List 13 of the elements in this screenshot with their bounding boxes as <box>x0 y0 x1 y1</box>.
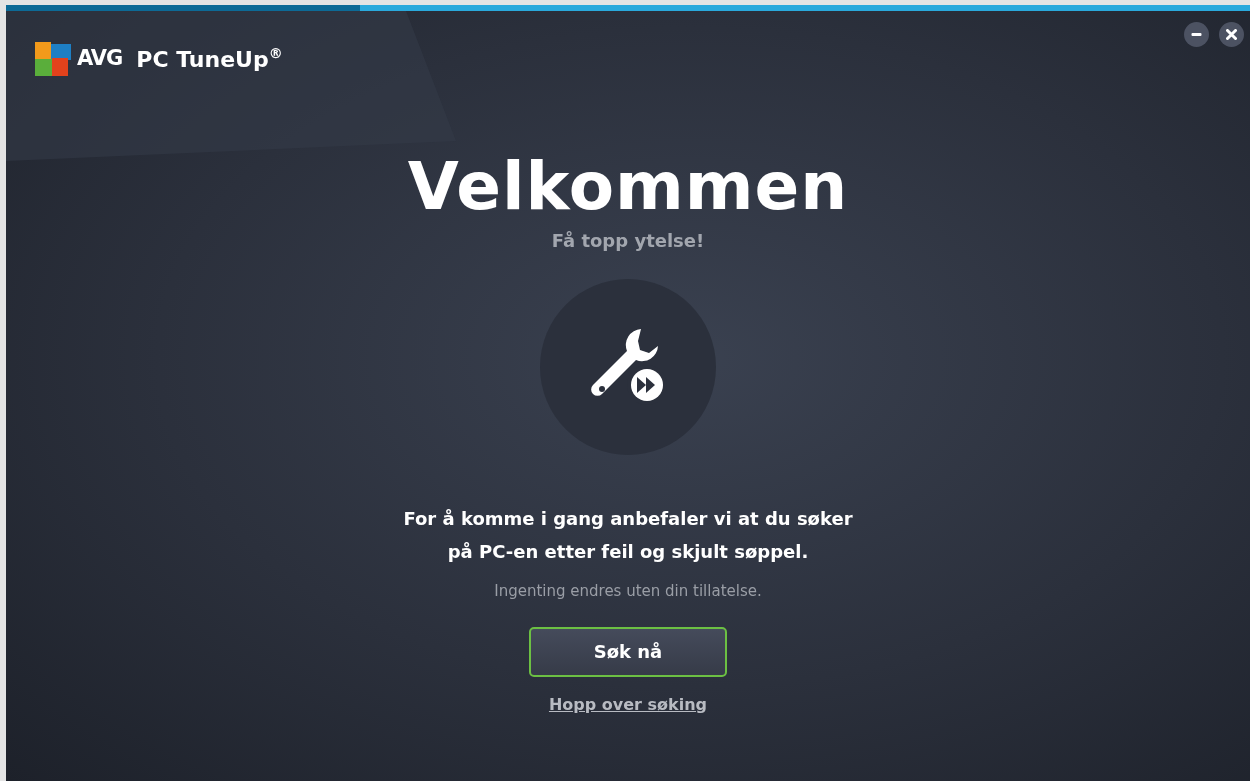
logo-icon <box>35 40 71 78</box>
close-button[interactable] <box>1219 22 1244 47</box>
minimize-icon <box>1191 33 1202 36</box>
welcome-subtitle: Få topp ytelse! <box>551 229 705 253</box>
scan-now-button[interactable]: Søk nå <box>529 626 727 677</box>
minimize-button[interactable] <box>1184 22 1209 47</box>
skip-scan-link[interactable]: Hopp over søking <box>548 692 708 717</box>
product-name: PC TuneUp$^{®}$ <box>136 44 283 74</box>
recommendation-text: For å komme i gang anbefaler vi at du søker på PC-en etter feil og skjult søppel. <box>403 507 853 564</box>
close-icon <box>1226 29 1237 40</box>
welcome-heading: Velkommen <box>407 154 849 220</box>
brand-name: AVG <box>77 45 123 73</box>
permission-note: Ingenting endres uten din tillatelse. <box>494 581 762 602</box>
